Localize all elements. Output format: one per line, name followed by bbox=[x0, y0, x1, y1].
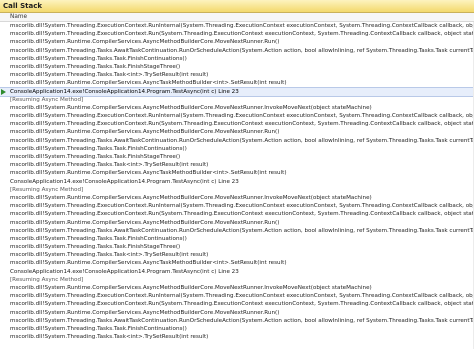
stack-frame-row[interactable]: ConsoleApplication14.exe!ConsoleApplicat… bbox=[0, 268, 474, 276]
stack-frame-row[interactable]: mscorlib.dll!System.Threading.Tasks.Awai… bbox=[0, 137, 474, 145]
stack-frame-row[interactable]: ConsoleApplication14.exe!ConsoleApplicat… bbox=[0, 178, 474, 186]
frame-text: mscorlib.dll!System.Threading.Tasks.Task… bbox=[10, 244, 181, 251]
frame-text: mscorlib.dll!System.Runtime.CompilerServ… bbox=[10, 285, 372, 291]
column-header-name[interactable]: Name bbox=[10, 13, 27, 22]
frame-text: mscorlib.dll!System.Threading.Tasks.Task… bbox=[10, 72, 209, 79]
frame-text: mscorlib.dll!System.Threading.Tasks.Awai… bbox=[10, 47, 474, 54]
stack-frame-row[interactable]: mscorlib.dll!System.Runtime.CompilerServ… bbox=[0, 284, 474, 292]
frame-text: ConsoleApplication14.exe!ConsoleApplicat… bbox=[10, 178, 239, 185]
stack-frame-row[interactable]: mscorlib.dll!System.Threading.ExecutionC… bbox=[0, 30, 474, 38]
frame-text: mscorlib.dll!System.Threading.ExecutionC… bbox=[10, 211, 474, 218]
call-stack-title-bar[interactable]: Call Stack bbox=[0, 0, 474, 13]
frame-text: [Resuming Async Method] bbox=[10, 276, 84, 283]
frame-text: mscorlib.dll!System.Threading.Tasks.Task… bbox=[10, 154, 181, 160]
stack-frame-row[interactable]: mscorlib.dll!System.Threading.Tasks.Task… bbox=[0, 145, 474, 153]
frame-text: mscorlib.dll!System.Threading.ExecutionC… bbox=[10, 301, 474, 308]
call-stack-list[interactable]: mscorlib.dll!System.Threading.ExecutionC… bbox=[0, 22, 474, 349]
frame-text: mscorlib.dll!System.Threading.Tasks.Task… bbox=[10, 334, 209, 341]
stack-frame-row[interactable]: mscorlib.dll!System.Threading.Tasks.Task… bbox=[0, 55, 474, 63]
frame-text: mscorlib.dll!System.Threading.Tasks.Awai… bbox=[10, 137, 474, 144]
stack-frame-row[interactable]: mscorlib.dll!System.Threading.Tasks.Task… bbox=[0, 235, 474, 243]
stack-frame-row[interactable]: mscorlib.dll!System.Runtime.CompilerServ… bbox=[0, 169, 474, 177]
frame-text: mscorlib.dll!System.Threading.Tasks.Task… bbox=[10, 325, 187, 332]
stack-frame-row[interactable]: mscorlib.dll!System.Runtime.CompilerServ… bbox=[0, 219, 474, 227]
stack-frame-row[interactable]: mscorlib.dll!System.Runtime.CompilerServ… bbox=[0, 309, 474, 317]
frame-text: mscorlib.dll!System.Threading.Tasks.Task… bbox=[10, 162, 209, 169]
async-annotation-row[interactable]: [Resuming Async Method] bbox=[0, 96, 474, 104]
stack-frame-row[interactable]: mscorlib.dll!System.Threading.Tasks.Task… bbox=[0, 153, 474, 161]
frame-text: mscorlib.dll!System.Threading.ExecutionC… bbox=[10, 31, 474, 38]
stack-frame-row[interactable]: mscorlib.dll!System.Threading.Tasks.Task… bbox=[0, 161, 474, 169]
stack-frame-row[interactable]: mscorlib.dll!System.Threading.Tasks.Task… bbox=[0, 63, 474, 71]
stack-frame-row[interactable]: mscorlib.dll!System.Threading.Tasks.Awai… bbox=[0, 317, 474, 325]
stack-frame-row[interactable]: mscorlib.dll!System.Threading.Tasks.Task… bbox=[0, 243, 474, 251]
frame-text: mscorlib.dll!System.Threading.ExecutionC… bbox=[10, 203, 474, 210]
frame-text: mscorlib.dll!System.Runtime.CompilerServ… bbox=[10, 170, 287, 177]
frame-text: mscorlib.dll!System.Threading.Tasks.Task… bbox=[10, 63, 181, 70]
stack-frame-row[interactable]: mscorlib.dll!System.Threading.Tasks.Task… bbox=[0, 325, 474, 333]
frame-text: mscorlib.dll!System.Runtime.CompilerServ… bbox=[10, 309, 280, 316]
stack-frame-row[interactable]: mscorlib.dll!System.Runtime.CompilerServ… bbox=[0, 79, 474, 87]
stack-frame-row[interactable]: mscorlib.dll!System.Threading.ExecutionC… bbox=[0, 22, 474, 30]
stack-frame-row[interactable]: mscorlib.dll!System.Runtime.CompilerServ… bbox=[0, 259, 474, 267]
frame-text: [Resuming Async Method] bbox=[10, 186, 84, 193]
frame-text: mscorlib.dll!System.Threading.Tasks.Awai… bbox=[10, 317, 474, 324]
frame-text: [Resuming Async Method] bbox=[10, 96, 84, 103]
column-header[interactable]: Name bbox=[0, 13, 474, 22]
frame-text: mscorlib.dll!System.Threading.ExecutionC… bbox=[10, 23, 474, 29]
stack-frame-row[interactable]: mscorlib.dll!System.Threading.Tasks.Task… bbox=[0, 251, 474, 259]
stack-frame-row[interactable]: mscorlib.dll!System.Threading.Tasks.Awai… bbox=[0, 47, 474, 55]
current-frame-arrow-icon bbox=[1, 88, 6, 95]
stack-frame-row[interactable]: mscorlib.dll!System.Threading.ExecutionC… bbox=[0, 202, 474, 210]
frame-text: mscorlib.dll!System.Runtime.CompilerServ… bbox=[10, 219, 280, 226]
async-annotation-row[interactable]: [Resuming Async Method] bbox=[0, 276, 474, 284]
frame-text: mscorlib.dll!System.Threading.Tasks.Task… bbox=[10, 235, 187, 242]
current-frame-row[interactable]: ConsoleApplication14.exe!ConsoleApplicat… bbox=[0, 86, 474, 97]
frame-text: ConsoleApplication14.exe!ConsoleApplicat… bbox=[10, 268, 239, 275]
frame-text: mscorlib.dll!System.Runtime.CompilerServ… bbox=[10, 194, 372, 201]
stack-frame-row[interactable]: mscorlib.dll!System.Runtime.CompilerServ… bbox=[0, 104, 474, 112]
frame-text: mscorlib.dll!System.Threading.ExecutionC… bbox=[10, 113, 474, 120]
frame-text: mscorlib.dll!System.Threading.Tasks.Task… bbox=[10, 55, 187, 62]
stack-frame-row[interactable]: mscorlib.dll!System.Runtime.CompilerServ… bbox=[0, 38, 474, 46]
frame-text: mscorlib.dll!System.Runtime.CompilerServ… bbox=[10, 260, 287, 267]
frame-text: mscorlib.dll!System.Threading.Tasks.Task… bbox=[10, 145, 187, 152]
stack-frame-row[interactable]: mscorlib.dll!System.Threading.ExecutionC… bbox=[0, 120, 474, 128]
stack-frame-row[interactable]: mscorlib.dll!System.Threading.Tasks.Task… bbox=[0, 71, 474, 79]
stack-frame-row[interactable]: mscorlib.dll!System.Threading.Tasks.Task… bbox=[0, 333, 474, 341]
frame-text: mscorlib.dll!System.Threading.Tasks.Task… bbox=[10, 252, 209, 259]
frame-text: mscorlib.dll!System.Runtime.CompilerServ… bbox=[10, 129, 280, 136]
stack-frame-row[interactable]: mscorlib.dll!System.Threading.ExecutionC… bbox=[0, 210, 474, 218]
stack-frame-row[interactable]: mscorlib.dll!System.Threading.ExecutionC… bbox=[0, 292, 474, 300]
stack-frame-row[interactable]: mscorlib.dll!System.Runtime.CompilerServ… bbox=[0, 194, 474, 202]
async-annotation-row[interactable]: [Resuming Async Method] bbox=[0, 186, 474, 194]
frame-text: mscorlib.dll!System.Runtime.CompilerServ… bbox=[10, 104, 372, 111]
window-title: Call Stack bbox=[3, 2, 43, 10]
frame-text: mscorlib.dll!System.Threading.ExecutionC… bbox=[10, 293, 474, 300]
stack-frame-row[interactable]: mscorlib.dll!System.Threading.ExecutionC… bbox=[0, 112, 474, 120]
stack-frame-row[interactable]: mscorlib.dll!System.Threading.Tasks.Awai… bbox=[0, 227, 474, 235]
frame-text: mscorlib.dll!System.Runtime.CompilerServ… bbox=[10, 39, 280, 46]
frame-text: mscorlib.dll!System.Threading.ExecutionC… bbox=[10, 121, 474, 128]
frame-text: mscorlib.dll!System.Threading.Tasks.Awai… bbox=[10, 227, 474, 234]
stack-frame-row[interactable]: mscorlib.dll!System.Runtime.CompilerServ… bbox=[0, 128, 474, 136]
frame-text: ConsoleApplication14.exe!ConsoleApplicat… bbox=[10, 88, 239, 95]
frame-text: mscorlib.dll!System.Runtime.CompilerServ… bbox=[10, 80, 287, 87]
stack-frame-row[interactable]: mscorlib.dll!System.Threading.ExecutionC… bbox=[0, 300, 474, 308]
